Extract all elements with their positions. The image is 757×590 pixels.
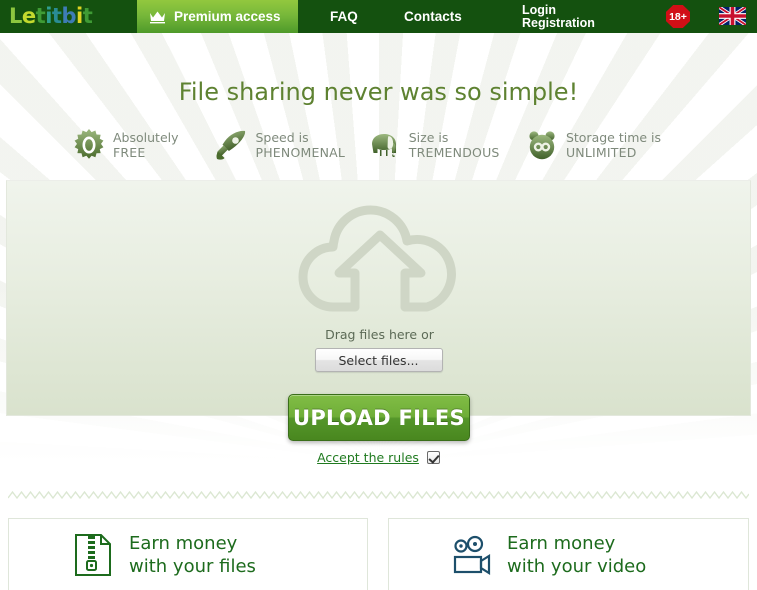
card-text: Earn money with your files: [129, 532, 256, 578]
site-header: Letitbit Premium access FAQ Contacts Log…: [0, 0, 757, 33]
alarm-clock-infinity-icon: [529, 131, 555, 160]
feature-storage-unlimited: Storage time is UNLIMITED: [525, 122, 692, 168]
feature-text: Absolutely FREE: [113, 130, 179, 160]
feature-text: Storage time is UNLIMITED: [566, 130, 661, 160]
logo-letter: t: [82, 4, 93, 28]
card-earn-money-files[interactable]: Earn money with your files: [8, 518, 368, 590]
card-line2: with your video: [507, 555, 647, 577]
logo-letter: L: [9, 4, 22, 28]
feature-text: Size is TREMENDOUS: [409, 130, 500, 160]
nav-item-login-registration[interactable]: Login Registration: [522, 0, 595, 33]
feature-line2: FREE: [113, 145, 146, 160]
zigzag-divider: [8, 490, 749, 500]
cloud-icon-wrapper: [7, 197, 752, 319]
cloud-upload-icon: [298, 205, 456, 312]
nav-premium-label: Premium access: [174, 9, 281, 24]
feature-line1: Absolutely: [113, 130, 179, 145]
card-earn-money-video[interactable]: Earn money with your video: [388, 518, 749, 590]
feature-size-tremendous: Size is TREMENDOUS: [368, 122, 525, 168]
feature-line1: Speed is: [255, 130, 309, 145]
upload-dropzone-panel[interactable]: Drag files here or Select files...: [6, 180, 751, 416]
feature-text: Speed is PHENOMENAL: [255, 130, 345, 160]
card-line2: with your files: [129, 555, 256, 577]
feature-line2: TREMENDOUS: [408, 145, 500, 160]
age-restriction-badge[interactable]: 18+: [666, 5, 690, 28]
page-root: Letitbit Premium access FAQ Contacts Log…: [0, 0, 757, 590]
video-camera-icon: [453, 535, 491, 575]
card-line1: Earn money: [507, 532, 616, 554]
select-files-label: Select files...: [338, 352, 419, 368]
zip-file-icon: [75, 533, 111, 576]
upload-files-label: UPLOAD FILES: [293, 405, 465, 430]
card-text: Earn money with your video: [507, 532, 646, 578]
logo-letter: t: [35, 4, 46, 28]
logo-letter: e: [21, 4, 36, 28]
feature-speed-phenomenal: Speed is PHENOMENAL: [214, 122, 367, 168]
accept-rules-row: Accept the rules: [0, 450, 757, 465]
nav-faq-label: FAQ: [330, 9, 358, 24]
accept-rules-checkbox[interactable]: [426, 451, 440, 464]
select-files-button[interactable]: Select files...: [314, 348, 443, 372]
age-badge-label: 18+: [669, 10, 687, 23]
upload-files-button[interactable]: UPLOAD FILES: [288, 394, 470, 441]
nav-item-faq[interactable]: FAQ: [330, 0, 358, 33]
nav-contacts-label: Contacts: [404, 9, 462, 24]
nav-item-premium-access[interactable]: Premium access: [137, 0, 298, 33]
uk-flag-icon[interactable]: [719, 7, 746, 25]
feature-line2: UNLIMITED: [565, 145, 637, 160]
card-line1: Earn money: [129, 532, 238, 554]
elephant-icon: [371, 134, 396, 157]
logo-letter: i: [45, 4, 52, 28]
logo-letter: b: [61, 4, 76, 28]
crown-icon: [150, 11, 165, 23]
nav-item-contacts[interactable]: Contacts: [404, 0, 462, 33]
accept-rules-link[interactable]: Accept the rules: [317, 450, 419, 465]
rocket-icon: [216, 130, 246, 160]
site-logo[interactable]: Letitbit: [9, 3, 93, 29]
feature-absolutely-free: Absolutely FREE: [72, 122, 214, 168]
zero-badge-icon: [74, 129, 104, 159]
logo-letter: i: [75, 4, 83, 28]
feature-line2: PHENOMENAL: [255, 145, 346, 160]
nav-registration-label: Registration: [522, 15, 595, 30]
feature-list: Absolutely FREE Speed is PHENOMENAL Size…: [72, 122, 692, 168]
drag-files-hint: Drag files here or: [325, 327, 434, 342]
feature-line1: Storage time is: [565, 130, 662, 145]
feature-line1: Size is: [408, 130, 449, 145]
logo-letter: t: [51, 4, 62, 28]
page-tagline: File sharing never was so simple!: [178, 78, 579, 106]
nav-login-label: Login: [522, 2, 557, 17]
